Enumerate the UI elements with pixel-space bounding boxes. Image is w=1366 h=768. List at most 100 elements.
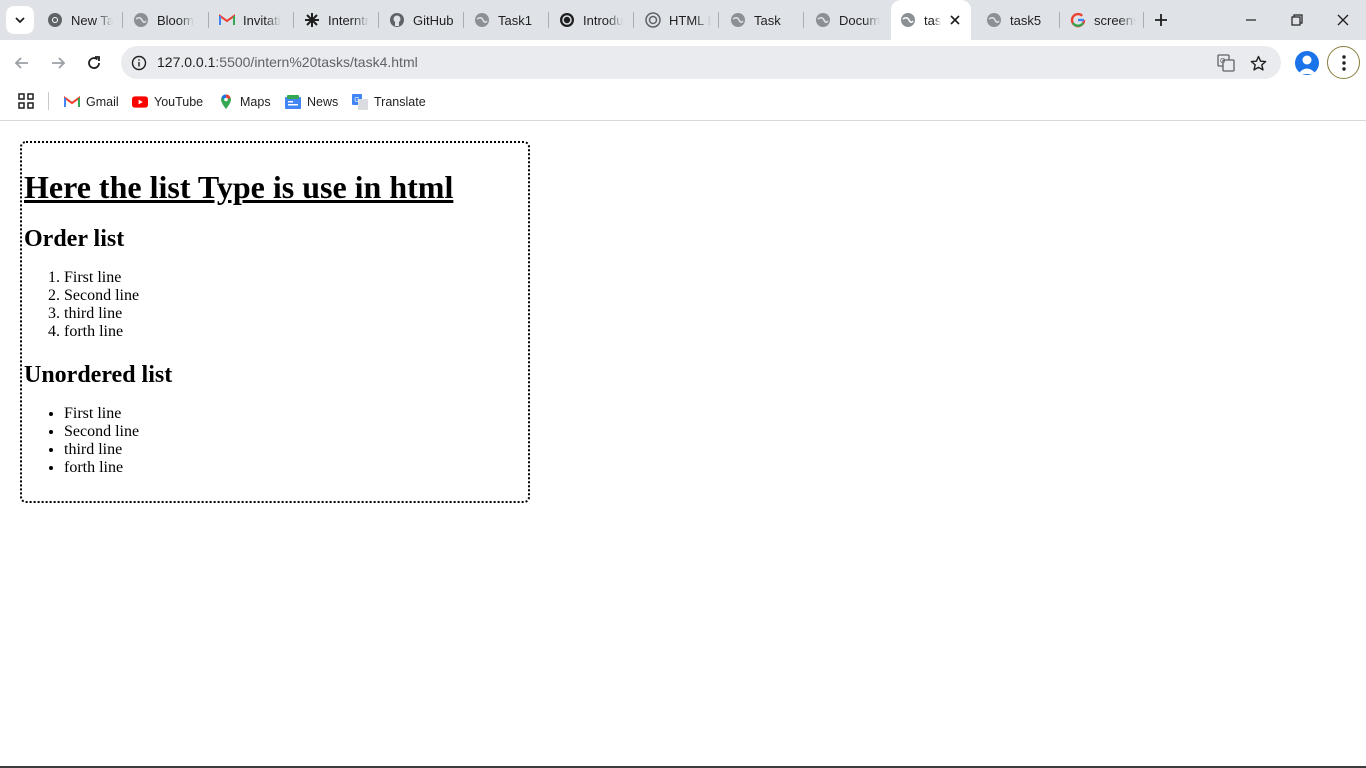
svg-text:G: G bbox=[354, 97, 359, 104]
tab-separator bbox=[1059, 12, 1060, 28]
tab-task5[interactable]: task5 bbox=[986, 6, 1052, 34]
bookmark-label: Gmail bbox=[86, 95, 119, 109]
bookmark-label: YouTube bbox=[154, 95, 204, 109]
tab-html[interactable]: HTML E bbox=[645, 6, 711, 34]
tab-search-button[interactable] bbox=[6, 6, 34, 34]
translate-icon: G bbox=[352, 94, 368, 110]
tab-invitation[interactable]: Invitati bbox=[219, 6, 285, 34]
apps-button[interactable] bbox=[18, 93, 36, 111]
page-heading: Here the list Type is use in html bbox=[24, 169, 454, 205]
tab-separator bbox=[463, 12, 464, 28]
reload-button[interactable] bbox=[80, 49, 108, 77]
globe-icon bbox=[730, 12, 746, 28]
tab-title: tas bbox=[924, 12, 942, 28]
tab-title: Bloom bbox=[157, 12, 194, 28]
globe-icon bbox=[900, 12, 916, 28]
bookmark-label: Translate bbox=[374, 95, 426, 109]
github-icon bbox=[389, 12, 405, 28]
tab-github[interactable]: GitHub bbox=[389, 6, 455, 34]
bookmark-label: News bbox=[307, 95, 339, 109]
forward-button[interactable] bbox=[44, 49, 72, 77]
minimize-button[interactable] bbox=[1228, 0, 1274, 40]
tab-separator bbox=[378, 12, 379, 28]
bookmark-label: Maps bbox=[240, 95, 271, 109]
tab-task1[interactable]: Task1 bbox=[474, 6, 540, 34]
openai-icon bbox=[559, 12, 575, 28]
chevron-down-icon bbox=[15, 17, 25, 24]
gmail-icon bbox=[219, 12, 235, 28]
tab-separator bbox=[718, 12, 719, 28]
bookmark-gmail[interactable]: Gmail bbox=[64, 90, 119, 114]
tab-separator bbox=[293, 12, 294, 28]
gmail-icon bbox=[64, 94, 80, 110]
list-item: First line bbox=[64, 405, 528, 423]
translate-icon: G bbox=[1217, 54, 1235, 72]
bookmark-star-button[interactable] bbox=[1246, 51, 1270, 75]
star-icon bbox=[1250, 55, 1266, 71]
globe-icon bbox=[474, 12, 490, 28]
tab-title: Task1 bbox=[498, 12, 532, 28]
apps-grid-icon bbox=[18, 93, 34, 109]
tab-screenshot[interactable]: screens bbox=[1070, 6, 1136, 34]
chrome-icon bbox=[47, 12, 63, 28]
tab-bloom[interactable]: Bloom bbox=[133, 6, 199, 34]
tab-new-tab[interactable]: New Ta bbox=[47, 6, 113, 34]
profile-icon bbox=[1298, 55, 1316, 74]
list-item: First line bbox=[64, 269, 528, 287]
ordered-list-title: Order list bbox=[24, 226, 125, 252]
news-icon bbox=[285, 94, 301, 110]
url-host: 127.0.0.1 bbox=[157, 54, 216, 70]
list-item: Second line bbox=[64, 287, 528, 305]
tab-document[interactable]: Docum bbox=[815, 6, 881, 34]
youtube-icon bbox=[132, 94, 148, 110]
unordered-list-title: Unordered list bbox=[24, 362, 173, 388]
tab-internship[interactable]: Interntr bbox=[304, 6, 370, 34]
tab-task[interactable]: Task bbox=[730, 6, 796, 34]
list-item: third line bbox=[64, 441, 528, 459]
back-button[interactable] bbox=[8, 49, 36, 77]
browser-menu-button[interactable] bbox=[1327, 46, 1360, 79]
close-window-button[interactable] bbox=[1320, 0, 1366, 40]
list-item: third line bbox=[64, 305, 528, 323]
new-tab-button[interactable] bbox=[1150, 9, 1172, 31]
url-text[interactable]: 127.0.0.1:5500/intern%20tasks/task4.html bbox=[157, 54, 418, 70]
tab-strip: New Ta Bloom Invitati Interntr GitHub Ta… bbox=[0, 0, 1366, 40]
google-icon bbox=[1070, 12, 1086, 28]
bookmark-news[interactable]: News bbox=[285, 90, 338, 114]
openai-icon bbox=[645, 12, 661, 28]
close-icon bbox=[950, 15, 960, 25]
tab-title: Docum bbox=[839, 12, 881, 28]
profile-avatar-button[interactable] bbox=[1295, 51, 1319, 75]
globe-icon bbox=[986, 12, 1002, 28]
maps-pin-icon bbox=[218, 94, 234, 110]
restore-button[interactable] bbox=[1274, 0, 1320, 40]
tab-title: GitHub bbox=[413, 12, 454, 28]
bookmark-youtube[interactable]: YouTube bbox=[132, 90, 203, 114]
tab-separator bbox=[803, 12, 804, 28]
list-demo-box: Here the list Type is use in html Order … bbox=[20, 141, 530, 503]
tab-task4-active[interactable]: tas bbox=[891, 0, 971, 40]
tab-introduction[interactable]: Introdu bbox=[559, 6, 625, 34]
svg-text:G: G bbox=[1220, 58, 1225, 65]
tab-separator bbox=[208, 12, 209, 28]
tab-separator bbox=[122, 12, 123, 28]
browser-toolbar: 127.0.0.1:5500/intern%20tasks/task4.html… bbox=[0, 40, 1366, 86]
tab-title: Invitati bbox=[243, 12, 281, 28]
bookmark-maps[interactable]: Maps bbox=[218, 90, 271, 114]
bookmark-translate[interactable]: G Translate bbox=[352, 90, 426, 114]
globe-icon bbox=[133, 12, 149, 28]
close-icon bbox=[1337, 14, 1349, 26]
bookmark-separator bbox=[48, 92, 49, 110]
ordered-list: First line Second line third line forth … bbox=[24, 269, 528, 341]
tab-title: Interntr bbox=[328, 12, 370, 28]
asterisk-icon bbox=[304, 12, 320, 28]
tab-title: HTML E bbox=[669, 12, 711, 28]
address-bar[interactable]: 127.0.0.1:5500/intern%20tasks/task4.html… bbox=[121, 46, 1281, 79]
close-tab-button[interactable] bbox=[947, 12, 963, 28]
tab-title: New Ta bbox=[71, 12, 113, 28]
translate-page-button[interactable]: G bbox=[1214, 51, 1238, 75]
url-path: :5500/intern%20tasks/task4.html bbox=[215, 54, 418, 70]
site-info-button[interactable] bbox=[127, 51, 151, 75]
arrow-right-icon bbox=[52, 57, 66, 69]
list-item: forth line bbox=[64, 459, 528, 477]
